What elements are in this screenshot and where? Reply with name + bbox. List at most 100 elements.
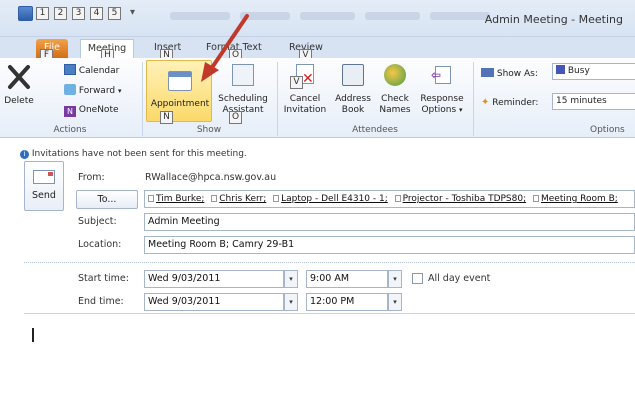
onenote-button[interactable]: N OneNote xyxy=(64,105,119,117)
location-field[interactable]: Meeting Room B; Camry 29-B1 xyxy=(144,236,635,254)
title-bar: 1 2 3 4 5 ▾ Admin Meeting - Meeting xyxy=(0,0,635,37)
blurred-context-tab xyxy=(300,12,355,20)
calendar-button[interactable]: Calendar xyxy=(64,64,119,77)
recipient-tim-burke[interactable]: Tim Burke; xyxy=(148,194,204,204)
window-title: Admin Meeting - Meeting xyxy=(484,13,623,26)
from-value: RWallace@hpca.nsw.gov.au xyxy=(145,172,277,183)
show-as-select[interactable]: Busy xyxy=(552,63,635,80)
from-label: From: xyxy=(78,172,105,183)
keytip-1: 1 xyxy=(36,7,49,20)
recipient-meeting-room[interactable]: Meeting Room B; xyxy=(533,194,618,204)
end-date-dropdown[interactable]: ▾ xyxy=(284,293,298,311)
start-time-dropdown[interactable]: ▾ xyxy=(388,270,402,288)
person-icon xyxy=(211,195,218,202)
keytip-4: 4 xyxy=(90,7,103,20)
group-label-actions: Actions xyxy=(53,125,87,135)
ribbon: Delete Calendar Forward ▾ N OneNote Acti… xyxy=(0,58,635,138)
group-label-show: Show xyxy=(196,125,222,135)
forward-button[interactable]: Forward ▾ xyxy=(64,84,121,97)
cancel-invitation-button[interactable]: ✕ Cancel Invitation xyxy=(280,64,330,116)
response-options-icon: ⇦ xyxy=(431,64,453,86)
recipient-projector[interactable]: Projector - Toshiba TDPS80; xyxy=(394,194,526,204)
scheduling-label-1: Scheduling xyxy=(218,94,268,104)
all-day-label: All day event xyxy=(428,273,491,284)
forward-icon xyxy=(64,84,76,95)
busy-swatch-icon xyxy=(556,65,565,74)
start-time-field[interactable]: 9:00 AM xyxy=(306,270,388,288)
start-time-label: Start time: xyxy=(78,273,129,284)
group-label-options: Options xyxy=(590,125,625,135)
reminder-label: ✦ Reminder: xyxy=(481,97,539,108)
message-body[interactable] xyxy=(24,314,635,410)
keytip-v: V xyxy=(290,76,303,89)
forward-label: Forward xyxy=(78,86,116,96)
info-bar: i Invitations have not been sent for thi… xyxy=(20,149,247,159)
chevron-down-icon: ▾ xyxy=(459,106,463,114)
onenote-icon: N xyxy=(64,106,76,117)
check-names-icon xyxy=(384,64,406,86)
appointment-icon xyxy=(168,71,192,91)
outlook-app-icon[interactable] xyxy=(18,6,33,21)
send-label: Send xyxy=(32,190,56,201)
annotation-arrow-icon xyxy=(201,14,249,82)
keytip-5: 5 xyxy=(108,7,121,20)
delete-button[interactable]: Delete xyxy=(2,62,36,122)
address-book-button[interactable]: Address Book xyxy=(332,64,374,116)
resource-icon xyxy=(394,195,401,202)
to-field[interactable]: Tim Burke; Chris Kerr; Laptop - Dell E43… xyxy=(144,190,635,208)
keytip-3: 3 xyxy=(72,7,85,20)
recipient-laptop[interactable]: Laptop - Dell E4310 - 1; xyxy=(273,194,388,204)
text-caret xyxy=(32,328,34,342)
delete-label: Delete xyxy=(4,96,34,106)
send-envelope-icon xyxy=(33,170,55,184)
reminder-select[interactable]: 15 minutes xyxy=(552,93,635,110)
room-icon xyxy=(533,195,539,202)
subject-label: Subject: xyxy=(78,216,117,227)
keytip-n: N xyxy=(160,111,173,124)
end-time-dropdown[interactable]: ▾ xyxy=(388,293,402,311)
person-icon xyxy=(148,195,154,202)
info-text: Invitations have not been sent for this … xyxy=(31,149,247,159)
show-as-label: Show As: xyxy=(481,68,538,80)
check-names-button[interactable]: Check Names xyxy=(376,64,414,116)
address-label-1: Address xyxy=(335,94,371,104)
keytip-o: O xyxy=(229,111,242,124)
resource-icon xyxy=(273,195,280,202)
info-icon: i xyxy=(20,150,29,159)
end-date-field[interactable]: Wed 9/03/2011 xyxy=(144,293,284,311)
start-date-field[interactable]: Wed 9/03/2011 xyxy=(144,270,284,288)
cancel-label-1: Cancel xyxy=(289,94,321,104)
show-as-icon xyxy=(481,68,494,77)
end-time-label: End time: xyxy=(78,296,124,307)
to-button[interactable]: To... xyxy=(76,190,138,209)
keytip-2: 2 xyxy=(54,7,67,20)
qat-customize-icon[interactable]: ▾ xyxy=(130,7,135,18)
group-separator xyxy=(473,62,474,136)
recipient-chris-kerr[interactable]: Chris Kerr; xyxy=(211,194,266,204)
address-book-icon xyxy=(342,64,364,86)
scheduling-label-2: Assistant xyxy=(222,105,264,115)
group-label-attendees: Attendees xyxy=(352,125,398,135)
address-label-2: Book xyxy=(341,105,365,115)
send-button[interactable]: Send xyxy=(24,161,64,211)
delete-icon xyxy=(8,65,30,89)
subject-field[interactable]: Admin Meeting xyxy=(144,213,635,231)
start-date-dropdown[interactable]: ▾ xyxy=(284,270,298,288)
check-label-2: Names xyxy=(379,105,411,115)
ribbon-tabs: File Meeting Insert Format Text Review xyxy=(0,37,635,59)
cancel-label-2: Invitation xyxy=(283,105,327,115)
all-day-checkbox[interactable] xyxy=(412,273,423,284)
chevron-down-icon: ▾ xyxy=(117,87,122,95)
response-label-1: Response xyxy=(420,94,464,104)
end-time-field[interactable]: 12:00 PM xyxy=(306,293,388,311)
blurred-context-tab xyxy=(430,12,490,20)
calendar-icon xyxy=(64,64,76,75)
response-options-button[interactable]: ⇦ Response Options ▾ xyxy=(416,64,468,116)
appointment-label: Appointment xyxy=(150,99,210,109)
bell-icon: ✦ xyxy=(481,97,490,108)
group-separator xyxy=(277,62,278,136)
divider xyxy=(24,262,635,263)
blurred-context-tab xyxy=(365,12,420,20)
location-label: Location: xyxy=(78,239,122,250)
onenote-label: OneNote xyxy=(78,105,119,115)
